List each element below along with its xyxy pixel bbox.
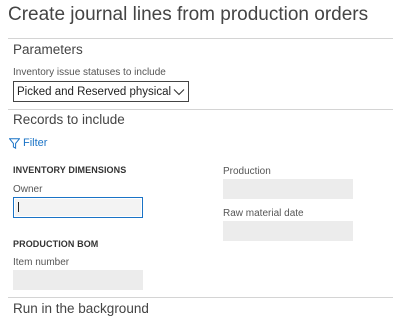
owner-input[interactable]	[13, 197, 143, 218]
filter-button[interactable]: Filter	[9, 137, 47, 149]
divider	[8, 297, 393, 298]
production-label: Production	[223, 166, 271, 177]
chevron-down-icon	[173, 88, 185, 95]
filter-label: Filter	[23, 137, 48, 149]
owner-label: Owner	[13, 184, 43, 195]
text-caret	[18, 202, 19, 212]
divider	[8, 109, 393, 110]
run-in-background-heading[interactable]: Run in the background	[13, 301, 149, 316]
inventory-issue-label: Inventory issue statuses to include	[13, 67, 166, 78]
raw-material-date-label: Raw material date	[223, 208, 304, 219]
inventory-dimensions-heading: INVENTORY DIMENSIONS	[13, 165, 127, 175]
production-bom-heading: PRODUCTION BOM	[13, 239, 99, 249]
item-number-label: Item number	[13, 257, 70, 268]
item-number-input[interactable]	[13, 270, 143, 290]
records-to-include-heading[interactable]: Records to include	[13, 112, 125, 127]
inventory-issue-select[interactable]: Picked and Reserved physical	[13, 81, 189, 102]
filter-icon	[9, 137, 20, 149]
production-input[interactable]	[223, 179, 353, 199]
divider	[8, 38, 393, 39]
inventory-issue-value: Picked and Reserved physical	[17, 85, 172, 98]
dialog-title: Create journal lines from production ord…	[8, 4, 369, 25]
parameters-heading[interactable]: Parameters	[13, 42, 83, 57]
raw-material-date-input[interactable]	[223, 221, 353, 241]
